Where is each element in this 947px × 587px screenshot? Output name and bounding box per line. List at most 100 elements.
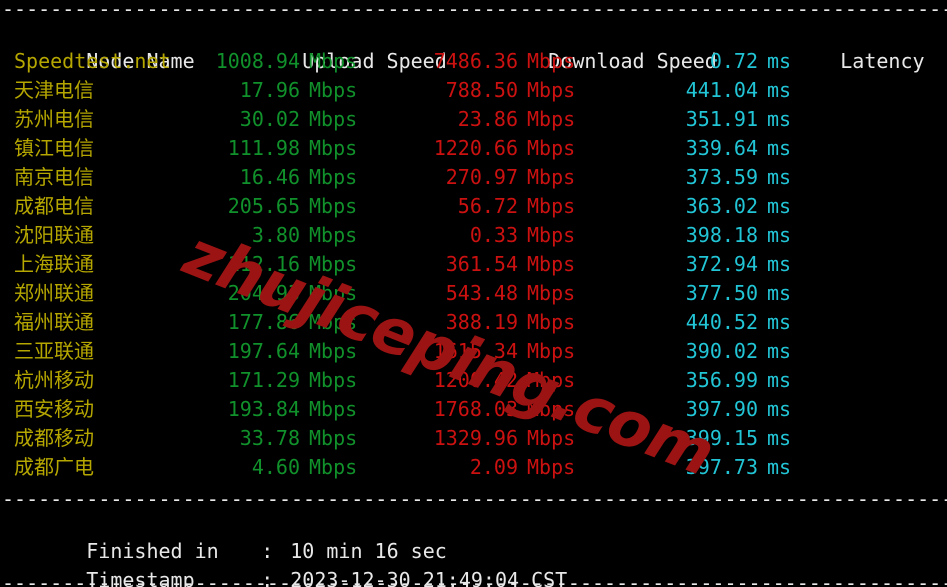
latency-cell: 440.52 ms: [658, 308, 838, 337]
download-speed-value: 2.09: [469, 455, 518, 479]
upload-speed-unit: Mbps: [309, 426, 358, 450]
latency-value: 397.90: [685, 397, 758, 421]
summary-section: Finished in:10 min 16 sec Timestamp:2023…: [0, 508, 947, 587]
upload-speed-cell: 3.80 Mbps: [192, 221, 410, 250]
download-speed-cell: 1200.42 Mbps: [410, 366, 658, 395]
upload-speed-cell: 33.78 Mbps: [192, 424, 410, 453]
download-speed-value: 388.19: [445, 310, 518, 334]
download-speed-cell: 1329.96 Mbps: [410, 424, 658, 453]
table-row: 成都电信 205.65 Mbps 56.72 Mbps 363.02 ms: [14, 192, 947, 221]
upload-speed-value: 1008.94: [215, 49, 300, 73]
latency-unit: ms: [767, 49, 792, 73]
latency-value: 351.91: [685, 107, 758, 131]
table-row: 成都广电 4.60 Mbps 2.09 Mbps 397.73 ms: [14, 453, 947, 482]
upload-speed-value: 17.96: [239, 78, 300, 102]
latency-cell: 372.94 ms: [658, 250, 838, 279]
latency-value: 397.73: [685, 455, 758, 479]
download-speed-unit: Mbps: [527, 136, 576, 160]
latency-value: 377.50: [685, 281, 758, 305]
node-name-cell: 南京电信: [14, 165, 94, 189]
upload-speed-cell: 4.60 Mbps: [192, 453, 410, 482]
table-row: Speedtest.net 1008.94 Mbps 7486.36 Mbps 0.72 m…: [14, 47, 947, 76]
node-name-cell: 福州联通: [14, 310, 94, 334]
table-row: 成都移动 33.78 Mbps 1329.96 Mbps 399.15 ms: [14, 424, 947, 453]
latency-cell: 0.72 ms: [658, 47, 838, 76]
upload-speed-cell: 204.93 Mbps: [192, 279, 410, 308]
finished-in-label: Finished in: [86, 539, 219, 563]
download-speed-value: 23.86: [457, 107, 518, 131]
finished-in-row: Finished in:10 min 16 sec: [14, 508, 947, 563]
latency-cell: 363.02 ms: [658, 192, 838, 221]
upload-speed-value: 205.65: [227, 194, 300, 218]
latency-cell: 390.02 ms: [658, 337, 838, 366]
download-speed-cell: 1220.66 Mbps: [410, 134, 658, 163]
download-speed-unit: Mbps: [527, 49, 576, 73]
node-name-cell: 杭州移动: [14, 368, 94, 392]
download-speed-unit: Mbps: [527, 455, 576, 479]
download-speed-value: 1768.03: [433, 397, 518, 421]
download-speed-unit: Mbps: [527, 107, 576, 131]
table-row: 上海联通 112.16 Mbps 361.54 Mbps 372.94 ms: [14, 250, 947, 279]
download-speed-cell: 388.19 Mbps: [410, 308, 658, 337]
upload-speed-value: 4.60: [251, 455, 300, 479]
upload-speed-unit: Mbps: [309, 49, 358, 73]
latency-cell: 377.50 ms: [658, 279, 838, 308]
upload-speed-unit: Mbps: [309, 252, 358, 276]
finished-in-value: 10 min 16 sec: [290, 539, 447, 563]
download-speed-value: 788.50: [445, 78, 518, 102]
upload-speed-cell: 177.86 Mbps: [192, 308, 410, 337]
latency-cell: 398.18 ms: [658, 221, 838, 250]
latency-value: 399.15: [685, 426, 758, 450]
separator-middle: ----------------------------------------…: [2, 490, 947, 508]
terminal-window: ----------------------------------------…: [0, 0, 947, 587]
download-speed-value: 0.33: [469, 223, 518, 247]
latency-cell: 373.59 ms: [658, 163, 838, 192]
latency-unit: ms: [767, 339, 792, 363]
results-table: Node Name Upload Speed Download Speed Laten…: [0, 18, 947, 482]
upload-speed-value: 3.80: [251, 223, 300, 247]
download-speed-cell: 543.48 Mbps: [410, 279, 658, 308]
upload-speed-cell: 30.02 Mbps: [192, 105, 410, 134]
download-speed-value: 270.97: [445, 165, 518, 189]
upload-speed-value: 171.29: [227, 368, 300, 392]
node-name-cell: 沈阳联通: [14, 223, 94, 247]
separator-bottom: ----------------------------------------…: [2, 574, 947, 587]
upload-speed-value: 177.86: [227, 310, 300, 334]
latency-unit: ms: [767, 426, 792, 450]
latency-value: 372.94: [685, 252, 758, 276]
latency-unit: ms: [767, 281, 792, 305]
upload-speed-unit: Mbps: [309, 455, 358, 479]
table-row: 三亚联通 197.64 Mbps 1615.34 Mbps 390.02 ms: [14, 337, 947, 366]
upload-speed-unit: Mbps: [309, 107, 358, 131]
latency-value: 356.99: [685, 368, 758, 392]
upload-speed-cell: 17.96 Mbps: [192, 76, 410, 105]
table-body: Speedtest.net 1008.94 Mbps 7486.36 Mbps 0.72 m…: [14, 47, 947, 482]
upload-speed-unit: Mbps: [309, 310, 358, 334]
download-speed-value: 7486.36: [433, 49, 518, 73]
node-name-cell: 成都电信: [14, 194, 94, 218]
download-speed-value: 56.72: [457, 194, 518, 218]
table-row: 郑州联通 204.93 Mbps 543.48 Mbps 377.50 ms: [14, 279, 947, 308]
latency-unit: ms: [767, 252, 792, 276]
table-row: 镇江电信 111.98 Mbps 1220.66 Mbps 339.64 ms: [14, 134, 947, 163]
node-name-cell: 镇江电信: [14, 136, 94, 160]
upload-speed-value: 111.98: [227, 136, 300, 160]
node-name-cell: 苏州电信: [14, 107, 94, 131]
latency-value: 398.18: [685, 223, 758, 247]
download-speed-unit: Mbps: [527, 368, 576, 392]
latency-unit: ms: [767, 455, 792, 479]
latency-value: 363.02: [685, 194, 758, 218]
latency-value: 390.02: [685, 339, 758, 363]
latency-cell: 399.15 ms: [658, 424, 838, 453]
latency-value: 0.72: [709, 49, 758, 73]
latency-unit: ms: [767, 78, 792, 102]
node-name-cell: 成都广电: [14, 455, 94, 479]
node-name-cell: 郑州联通: [14, 281, 94, 305]
upload-speed-value: 30.02: [239, 107, 300, 131]
download-speed-cell: 270.97 Mbps: [410, 163, 658, 192]
latency-unit: ms: [767, 223, 792, 247]
download-speed-unit: Mbps: [527, 165, 576, 189]
table-row: 西安移动 193.84 Mbps 1768.03 Mbps 397.90 ms: [14, 395, 947, 424]
latency-unit: ms: [767, 194, 792, 218]
node-name-cell: 上海联通: [14, 252, 94, 276]
